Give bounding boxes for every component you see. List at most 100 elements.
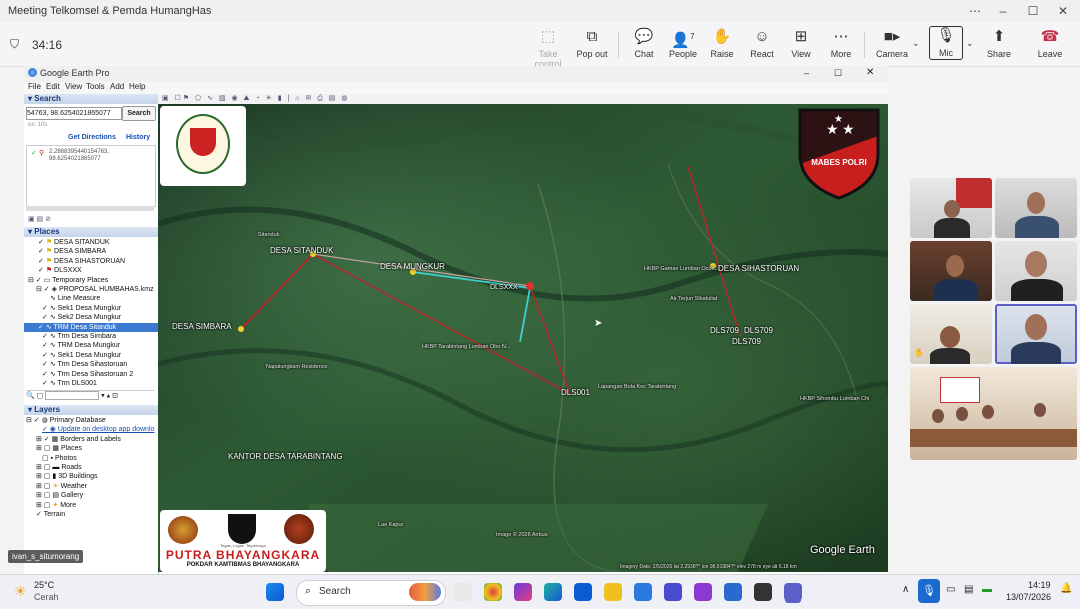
map-label-dls709[interactable]: DLS709 [732,337,761,346]
app-icon[interactable] [724,583,742,601]
place-item[interactable]: ✓ ⚑ DESA SIHASTORUAN [24,257,158,266]
layer-item[interactable]: ⊟ ✓ ◍ Primary Database [24,416,158,425]
earth-minimize-button[interactable]: – [804,68,809,78]
place-folder[interactable]: ⊟ ✓ ◈ PROPOSAL HUMBAHAS.kmz [24,285,158,294]
place-item[interactable]: ✓ ∿ Sek2 Desa Mungkur [24,313,158,322]
clock-date[interactable]: 13/07/2026 [1006,592,1051,602]
layer-item[interactable]: ⊞ ✓ ▦ Borders and Labels [24,435,158,444]
places-panel-header[interactable]: ▾ Places [24,227,158,237]
start-windows-icon[interactable] [266,583,284,601]
raise-hand-button[interactable]: ✋ Raise [700,28,744,59]
teams-icon[interactable] [784,583,802,601]
mic-tray-icon[interactable]: 🎙 [918,579,940,603]
chrome-icon[interactable] [484,583,502,601]
map-label-dls001[interactable]: DLS001 [561,388,590,397]
layer-item[interactable]: ▢ ▪ Photos [24,454,158,463]
earth-maximize-button[interactable]: ☐ [834,68,842,79]
weather-desc[interactable]: Cerah [34,592,59,602]
leave-button[interactable]: ☎ Leave [1028,28,1072,59]
taskbar-search[interactable]: ⌕ Search [296,580,446,606]
history-link[interactable]: History [126,134,150,141]
place-item-selected[interactable]: ✓ ∿ TRM Desa Sitanduk [24,322,158,333]
pop-out-button[interactable]: ⧉ Pop out [570,28,614,59]
place-item[interactable]: ✓ ∿ Trm Desa Sihastoruan 2 [24,370,158,379]
participant-video-tile-active-speaker[interactable] [995,304,1077,364]
get-directions-link[interactable]: Get Directions [68,134,116,141]
camera-options-chevron-icon[interactable]: ⌄ [912,38,920,49]
tray-app-icon[interactable]: ▤ [964,584,973,595]
tray-display-icon[interactable]: ▭ [946,584,955,595]
place-item[interactable]: ∿ Line Measure [24,294,158,303]
menu-add[interactable]: Add [110,82,124,91]
maximize-button[interactable]: ☐ [1018,2,1048,20]
menu-file[interactable]: File [28,82,41,91]
map-label-sihastoruan[interactable]: DESA SIHASTORUAN [718,264,799,273]
place-item[interactable]: ✓ ∿ Trm Desa Simbara [24,332,158,341]
more-options-icon[interactable]: ⋯ [960,2,990,20]
weather-icon[interactable]: ☀ [14,583,27,600]
participant-video-tile[interactable] [995,241,1077,301]
map-label-mungkur[interactable]: DESA MUNGKUR [380,262,445,271]
layer-item[interactable]: ⊞ ▢ ▮ 3D Buildings [24,472,158,481]
map-label-kantor[interactable]: KANTOR DESA TARABINTANG [228,452,343,461]
app-icon[interactable] [694,583,712,601]
minimize-button[interactable]: – [988,2,1018,20]
more-button[interactable]: ⋯ More [819,28,863,59]
menu-view[interactable]: View [65,82,82,91]
menu-tools[interactable]: Tools [86,82,105,91]
earth-3d-view[interactable]: DESA SITANDUK Sitanduk DESA MUNGKUR DESA… [158,104,888,572]
layer-item[interactable]: ⊞ ▢ ▦ Places [24,444,158,453]
participant-video-tile[interactable] [910,241,992,301]
participant-video-tile[interactable]: ✋ [910,304,992,364]
participant-room-video-tile[interactable] [910,367,1077,460]
places-panel-tools[interactable]: 🔍 ▢ ▾ ▴ ⊡ [26,390,154,401]
react-button[interactable]: ☺ React [740,28,784,59]
menu-help[interactable]: Help [129,82,145,91]
copilot-icon[interactable] [514,583,532,601]
app-icon[interactable] [634,583,652,601]
search-panel-header[interactable]: ▾ Search [24,94,158,104]
layer-item[interactable]: ⊞ ▢ ☀ Weather [24,482,158,491]
view-button[interactable]: ⊞ View [779,28,823,59]
result-checkbox-icon[interactable]: ✓ [31,149,37,157]
layer-item[interactable]: ✓ Terrain [24,510,158,519]
layer-item[interactable]: ⊞ ▢ ▤ Gallery [24,491,158,500]
place-folder[interactable]: ⊟ ✓ ▭ Temporary Places [24,276,158,285]
map-label-dls709[interactable]: DLS709 [710,326,739,335]
menu-edit[interactable]: Edit [46,82,60,91]
place-item[interactable]: ✓ ∿ Trm DLS001 [24,379,158,388]
place-item[interactable]: ✓ ∿ Trm Desa Sihastoruan [24,360,158,369]
people-button[interactable]: 👤7 People [661,28,705,59]
earth-toolbar-icons[interactable]: ▣ ☐⚑ ⬠ ∿ ▨ ◉ ⛰ ◔ ☀ ▮ | ⌂ ✉ ⎙ ▤ ◍ [162,95,382,103]
layers-panel-header[interactable]: ▾ Layers [24,405,158,415]
search-result-line2[interactable]: 98.6254021865077 [49,156,101,162]
map-label-simbara[interactable]: DESA SIMBARA [172,322,232,331]
place-item[interactable]: ✓ ⚑ DESA SIMBARA [24,247,158,256]
map-label-sitanduk[interactable]: DESA SITANDUK [270,246,333,255]
layer-item[interactable]: ⊞ ▢ ✦ More [24,501,158,510]
app-icon[interactable] [754,583,772,601]
place-item[interactable]: ✓ ∿ Sek1 Desa Mungkur [24,304,158,313]
search-input[interactable]: 54763, 98.6254021865077 [26,107,122,120]
search-result-line1[interactable]: 2.2888395440154763, [49,149,109,155]
place-item[interactable]: ✓ ⚑ DESA SITANDUK [24,238,158,247]
edge-icon[interactable] [544,583,562,601]
task-view-icon[interactable] [454,583,472,601]
participant-video-tile[interactable] [910,178,992,238]
earth-close-button[interactable]: ✕ [866,67,874,78]
tray-chevron-icon[interactable]: ∧ [902,584,909,595]
weather-temp[interactable]: 25°C [34,580,54,590]
notification-bell-icon[interactable]: 🔔 [1060,583,1072,594]
store-icon[interactable] [574,583,592,601]
update-desktop-link[interactable]: ✓ ◉ Update on desktop app downlo [24,425,158,434]
search-panel-tools[interactable]: ▣ ▤ ⊘ [28,215,51,223]
place-item[interactable]: ✓ ⚑ DLSXXX [24,266,158,275]
file-explorer-icon[interactable] [604,583,622,601]
place-item[interactable]: ✓ ∿ Sek1 Desa Mungkur [24,351,158,360]
layer-item[interactable]: ⊞ ▢ ▬ Roads [24,463,158,472]
map-label-dlsxxx[interactable]: DLSXXX [490,284,518,291]
clock-time[interactable]: 14:19 [1028,580,1051,590]
map-label-dls709[interactable]: DLS709 [744,326,773,335]
battery-icon[interactable]: ▬ [982,584,992,595]
mic-button[interactable]: 🎙 Mic [929,26,963,60]
